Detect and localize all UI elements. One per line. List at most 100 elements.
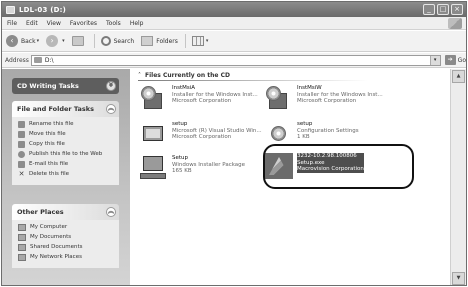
setup-pc-icon xyxy=(140,121,168,147)
menu-bar: File Edit View Favorites Tools Help xyxy=(2,17,466,30)
minimize-button[interactable]: _ xyxy=(423,4,435,15)
task-pane: CD Writing Tasks ¥ File and Folder Tasks… xyxy=(2,69,130,285)
task-rename[interactable]: Rename this file xyxy=(18,121,115,128)
vertical-scrollbar[interactable]: ▲ ▼ xyxy=(450,69,466,285)
window-controls: _ □ × xyxy=(423,4,463,15)
go-label: Go xyxy=(457,56,466,64)
chevron-down-icon[interactable]: ▾ xyxy=(429,55,440,65)
expand-icon[interactable]: ¥ xyxy=(106,81,116,91)
file-item[interactable]: InstMsiW Installer for the Windows Inst.… xyxy=(265,85,383,111)
forward-button[interactable]: › ▾ xyxy=(46,35,65,47)
file-item[interactable]: setup Microsoft (R) Visual Studio Win...… xyxy=(140,121,262,147)
menu-view[interactable]: View xyxy=(47,20,61,27)
cd-writing-header[interactable]: CD Writing Tasks ¥ xyxy=(12,78,119,94)
other-places-header[interactable]: Other Places ︽ xyxy=(12,204,119,220)
file-folder-tasks-list: Rename this file Move this file Copy thi… xyxy=(12,117,119,185)
file-type: Installer for the Windows Inst... xyxy=(297,91,383,98)
file-folder-tasks-title: File and Folder Tasks xyxy=(17,105,94,113)
maximize-button[interactable]: □ xyxy=(437,4,449,15)
folder-up-icon xyxy=(71,36,84,46)
go-button[interactable]: ➔ Go xyxy=(444,55,466,65)
copy-icon xyxy=(18,141,25,148)
file-name: InstMsiA xyxy=(172,85,196,91)
task-publish[interactable]: Publish this file to the Web xyxy=(18,151,115,158)
explorer-window: LDL-03 (D:) _ □ × File Edit View Favorit… xyxy=(1,1,467,286)
task-label: Move this file xyxy=(29,131,66,137)
task-delete[interactable]: ✕ Delete this file xyxy=(18,171,115,178)
group-divider xyxy=(138,80,368,81)
scroll-down-button[interactable]: ▼ xyxy=(452,272,465,285)
views-icon xyxy=(191,36,204,46)
chevron-down-icon[interactable]: ▾ xyxy=(37,38,40,44)
move-icon xyxy=(18,131,25,138)
other-places-title: Other Places xyxy=(17,208,64,216)
collapse-caret-icon[interactable]: ˄ xyxy=(138,72,141,79)
installer-icon xyxy=(140,85,168,111)
search-button[interactable]: Search xyxy=(100,36,135,46)
task-move[interactable]: Move this file xyxy=(18,131,115,138)
up-folder-button[interactable] xyxy=(71,36,87,46)
close-button[interactable]: × xyxy=(451,4,463,15)
cd-writing-panel: CD Writing Tasks ¥ xyxy=(12,78,119,94)
search-icon xyxy=(100,36,111,46)
toolbar-separator xyxy=(184,34,186,48)
globe-icon xyxy=(18,151,25,158)
file-details: Setup Windows Installer Package 165 KB xyxy=(172,155,245,175)
file-company: Microsoft Corporation xyxy=(172,98,232,104)
back-button[interactable]: ‹ Back ▾ xyxy=(6,35,39,47)
task-label: Publish this file to the Web xyxy=(29,151,103,157)
file-folder-tasks-panel: File and Folder Tasks ︽ Rename this file… xyxy=(12,101,119,185)
group-header[interactable]: ˄ Files Currently on the CD xyxy=(138,72,230,79)
other-places-list: My Computer My Documents Shared Document… xyxy=(12,220,119,268)
file-details: InstMsiW Installer for the Windows Inst.… xyxy=(297,85,383,105)
place-my-documents[interactable]: My Documents xyxy=(18,234,115,241)
rename-icon xyxy=(18,121,25,128)
shared-folder-icon xyxy=(18,244,26,251)
mail-icon xyxy=(18,161,25,168)
network-icon xyxy=(18,254,26,261)
documents-icon xyxy=(18,234,26,241)
file-item[interactable]: Setup Windows Installer Package 165 KB xyxy=(140,155,245,181)
file-item[interactable]: InstMsiA Installer for the Windows Inst.… xyxy=(140,85,258,111)
other-places-panel: Other Places ︽ My Computer My Documents … xyxy=(12,204,119,268)
scroll-up-button[interactable]: ▲ xyxy=(452,70,465,83)
menu-tools[interactable]: Tools xyxy=(106,20,121,27)
file-type: Microsoft (R) Visual Studio Win... xyxy=(172,127,262,134)
folders-button[interactable]: Folders xyxy=(141,36,178,46)
folders-label: Folders xyxy=(156,37,178,45)
collapse-icon[interactable]: ︽ xyxy=(106,104,116,114)
collapse-icon[interactable]: ︽ xyxy=(106,207,116,217)
task-email[interactable]: E-mail this file xyxy=(18,161,115,168)
menu-file[interactable]: File xyxy=(7,20,17,27)
msi-package-icon xyxy=(140,155,168,181)
file-company: Microsoft Corporation xyxy=(297,98,357,104)
file-list: ˄ Files Currently on the CD InstMsiA Ins… xyxy=(130,69,452,285)
menu-help[interactable]: Help xyxy=(130,20,144,27)
task-copy[interactable]: Copy this file xyxy=(18,141,115,148)
chevron-down-icon[interactable]: ▾ xyxy=(62,38,65,44)
window-title: LDL-03 (D:) xyxy=(19,5,67,14)
file-size: 165 KB xyxy=(172,168,192,174)
place-shared-documents[interactable]: Shared Documents xyxy=(18,244,115,251)
file-folder-tasks-header[interactable]: File and Folder Tasks ︽ xyxy=(12,101,119,117)
chevron-down-icon: ▾ xyxy=(205,38,209,44)
computer-icon xyxy=(18,224,26,231)
title-bar[interactable]: LDL-03 (D:) _ □ × xyxy=(2,2,466,17)
file-name: Setup xyxy=(172,155,189,161)
place-label: My Documents xyxy=(30,234,72,240)
menu-favorites[interactable]: Favorites xyxy=(70,20,97,27)
search-label: Search xyxy=(113,37,135,45)
task-label: Delete this file xyxy=(29,171,69,177)
task-label: Copy this file xyxy=(29,141,65,147)
drive-icon xyxy=(6,5,15,14)
place-label: My Computer xyxy=(30,224,68,230)
views-button[interactable]: ▾ xyxy=(191,36,209,46)
place-my-computer[interactable]: My Computer xyxy=(18,224,115,231)
menu-edit[interactable]: Edit xyxy=(26,20,38,27)
place-network[interactable]: My Network Places xyxy=(18,254,115,261)
address-input[interactable]: D:\ ▾ xyxy=(30,54,441,66)
file-name: setup xyxy=(297,121,313,127)
address-label: Address xyxy=(5,56,29,64)
back-label: Back xyxy=(21,37,36,45)
cd-writing-title: CD Writing Tasks xyxy=(17,82,79,90)
